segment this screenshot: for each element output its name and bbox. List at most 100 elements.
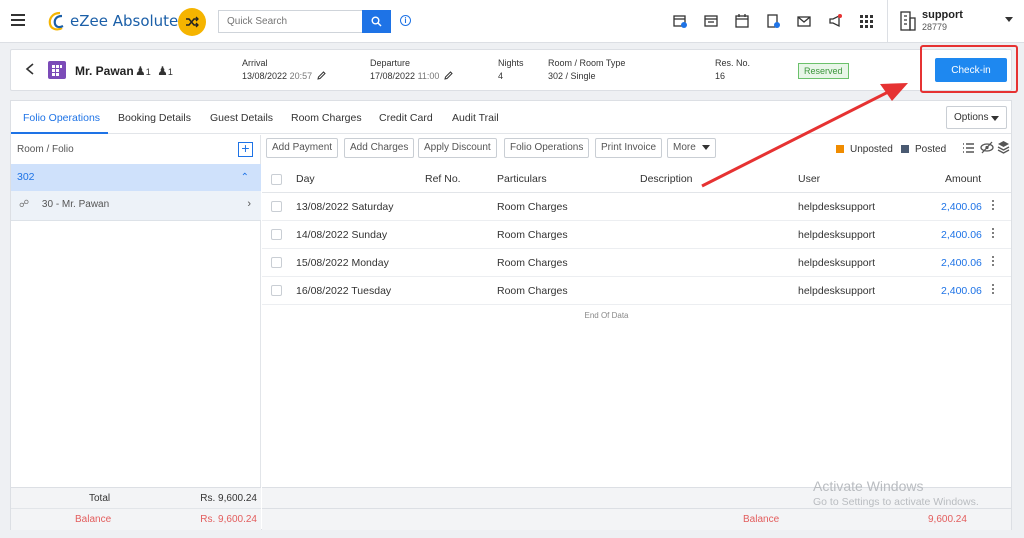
row-particulars: Room Charges: [497, 229, 568, 241]
chevron-up-icon[interactable]: ⌃: [241, 172, 249, 183]
col-day[interactable]: Day: [296, 173, 315, 185]
chevron-down-icon[interactable]: [1005, 17, 1013, 22]
table-row[interactable]: 16/08/2022 Tuesday Room Charges helpdesk…: [262, 277, 1011, 305]
col-particulars[interactable]: Particulars: [497, 173, 547, 185]
more-dropdown[interactable]: More: [667, 138, 716, 158]
end-of-data-text: End Of Data: [584, 311, 629, 320]
options-dropdown[interactable]: Options: [946, 106, 1007, 129]
mail-icon[interactable]: [796, 13, 812, 29]
row-menu-icon[interactable]: [992, 228, 995, 240]
room-row[interactable]: 302 ⌃: [11, 164, 261, 191]
tab-audit-trail[interactable]: Audit Trail: [452, 112, 499, 124]
table-row[interactable]: 15/08/2022 Monday Room Charges helpdesks…: [262, 249, 1011, 277]
col-amount[interactable]: Amount: [945, 173, 981, 185]
posted-legend: Posted: [901, 144, 946, 155]
search-button[interactable]: [362, 10, 391, 33]
room-folio-header: Room / Folio: [17, 144, 74, 155]
col-ref-no[interactable]: Ref No.: [425, 173, 461, 185]
nights-label: Nights: [498, 58, 524, 68]
room-number: 302: [17, 171, 35, 183]
col-description[interactable]: Description: [640, 173, 693, 185]
row-menu-icon[interactable]: [992, 200, 995, 212]
calendar-icon[interactable]: [734, 13, 750, 29]
row-amount[interactable]: 2,400.06: [941, 257, 982, 269]
room-type-label: Room / Room Type: [548, 58, 626, 68]
row-checkbox[interactable]: [271, 201, 282, 212]
shuffle-icon: [186, 16, 199, 28]
menu-icon[interactable]: [11, 14, 25, 26]
user-menu[interactable]: support 28779: [887, 0, 1024, 43]
row-user: helpdesksupport: [798, 201, 876, 213]
apps-grid-icon[interactable]: [858, 13, 874, 29]
shuffle-button[interactable]: [178, 8, 206, 36]
add-charges-button[interactable]: Add Charges: [344, 138, 415, 158]
folio-operations-button[interactable]: Folio Operations: [504, 138, 590, 158]
document-badge-icon[interactable]: [765, 13, 781, 29]
guest-name[interactable]: Mr. Pawan: [75, 64, 134, 78]
row-menu-icon[interactable]: [992, 284, 995, 296]
folio-item[interactable]: ☍ 30 - Mr. Pawan ›: [11, 191, 261, 221]
hide-icon[interactable]: [980, 141, 994, 154]
top-bar: eZee Absolute i support 28779: [0, 0, 1024, 43]
print-invoice-button[interactable]: Print Invoice: [595, 138, 663, 158]
add-folio-button[interactable]: +: [238, 141, 253, 157]
back-arrow-icon[interactable]: [25, 63, 35, 75]
calendar-add-icon[interactable]: [672, 13, 688, 29]
guest-header: Mr. Pawan ♟1 ♟1 Arrival 13/08/2022 20:57…: [10, 49, 1012, 91]
check-in-highlight-box: [920, 45, 1018, 93]
tab-folio-operations[interactable]: Folio Operations: [23, 112, 100, 124]
total-value: Rs. 9,600.24: [200, 493, 257, 504]
chevron-right-icon[interactable]: ›: [247, 198, 251, 210]
pax-count: ♟1 ♟1: [135, 64, 173, 78]
tab-room-charges[interactable]: Room Charges: [291, 112, 362, 124]
room-type-value: 302 / Single: [548, 71, 596, 81]
row-amount[interactable]: 2,400.06: [941, 201, 982, 213]
table-header: Day Ref No. Particulars Description User…: [262, 165, 1011, 193]
folio-tree-icon: ☍: [19, 199, 30, 210]
edit-departure-icon[interactable]: [444, 71, 453, 80]
balance-label: Balance: [75, 514, 112, 525]
unposted-label: Unposted: [850, 144, 893, 155]
tab-booking-details[interactable]: Booking Details: [118, 112, 191, 124]
table-row[interactable]: 13/08/2022 Saturday Room Charges helpdes…: [262, 193, 1011, 221]
chevron-down-icon: [701, 144, 710, 150]
add-payment-button[interactable]: Add Payment: [266, 138, 339, 158]
brand-name: eZee Absolute: [70, 12, 179, 30]
brand-logo[interactable]: eZee Absolute: [46, 10, 178, 32]
row-amount[interactable]: 2,400.06: [941, 285, 982, 297]
select-all-checkbox[interactable]: [271, 174, 282, 185]
unposted-legend: Unposted: [836, 144, 893, 155]
tab-guest-details[interactable]: Guest Details: [210, 112, 273, 124]
row-checkbox[interactable]: [271, 229, 282, 240]
arrival-date: 13/08/2022: [242, 71, 288, 81]
folio-transactions: Add Payment Add Charges Apply Discount F…: [262, 135, 1011, 530]
chevron-down-icon: [991, 116, 999, 121]
quick-search-input[interactable]: [218, 10, 362, 33]
apply-discount-button[interactable]: Apply Discount: [418, 138, 497, 158]
res-no-value: 16: [715, 71, 726, 81]
info-icon[interactable]: i: [400, 15, 411, 26]
calendar-view-icon[interactable]: [703, 13, 719, 29]
options-label: Options: [954, 112, 989, 123]
layers-icon[interactable]: [997, 140, 1010, 154]
tab-credit-card[interactable]: Credit Card: [379, 112, 433, 124]
table-row[interactable]: 14/08/2022 Sunday Room Charges helpdesks…: [262, 221, 1011, 249]
nights-value: 4: [498, 71, 504, 81]
row-particulars: Room Charges: [497, 285, 568, 297]
departure-date: 17/08/2022: [370, 71, 416, 81]
guest-folio-icon: [48, 61, 66, 79]
col-user[interactable]: User: [798, 173, 820, 185]
row-user: helpdesksupport: [798, 257, 876, 269]
row-checkbox[interactable]: [271, 257, 282, 268]
posted-swatch: [901, 145, 909, 153]
list-view-icon[interactable]: [962, 142, 975, 154]
edit-arrival-icon[interactable]: [316, 71, 326, 80]
more-label: More: [673, 142, 696, 153]
row-checkbox[interactable]: [271, 285, 282, 296]
row-user: helpdesksupport: [798, 285, 876, 297]
row-menu-icon[interactable]: [992, 256, 995, 268]
total-label: Total: [89, 493, 111, 504]
row-amount[interactable]: 2,400.06: [941, 229, 982, 241]
megaphone-icon[interactable]: [827, 13, 843, 29]
table-balance-label: Balance: [743, 514, 780, 525]
